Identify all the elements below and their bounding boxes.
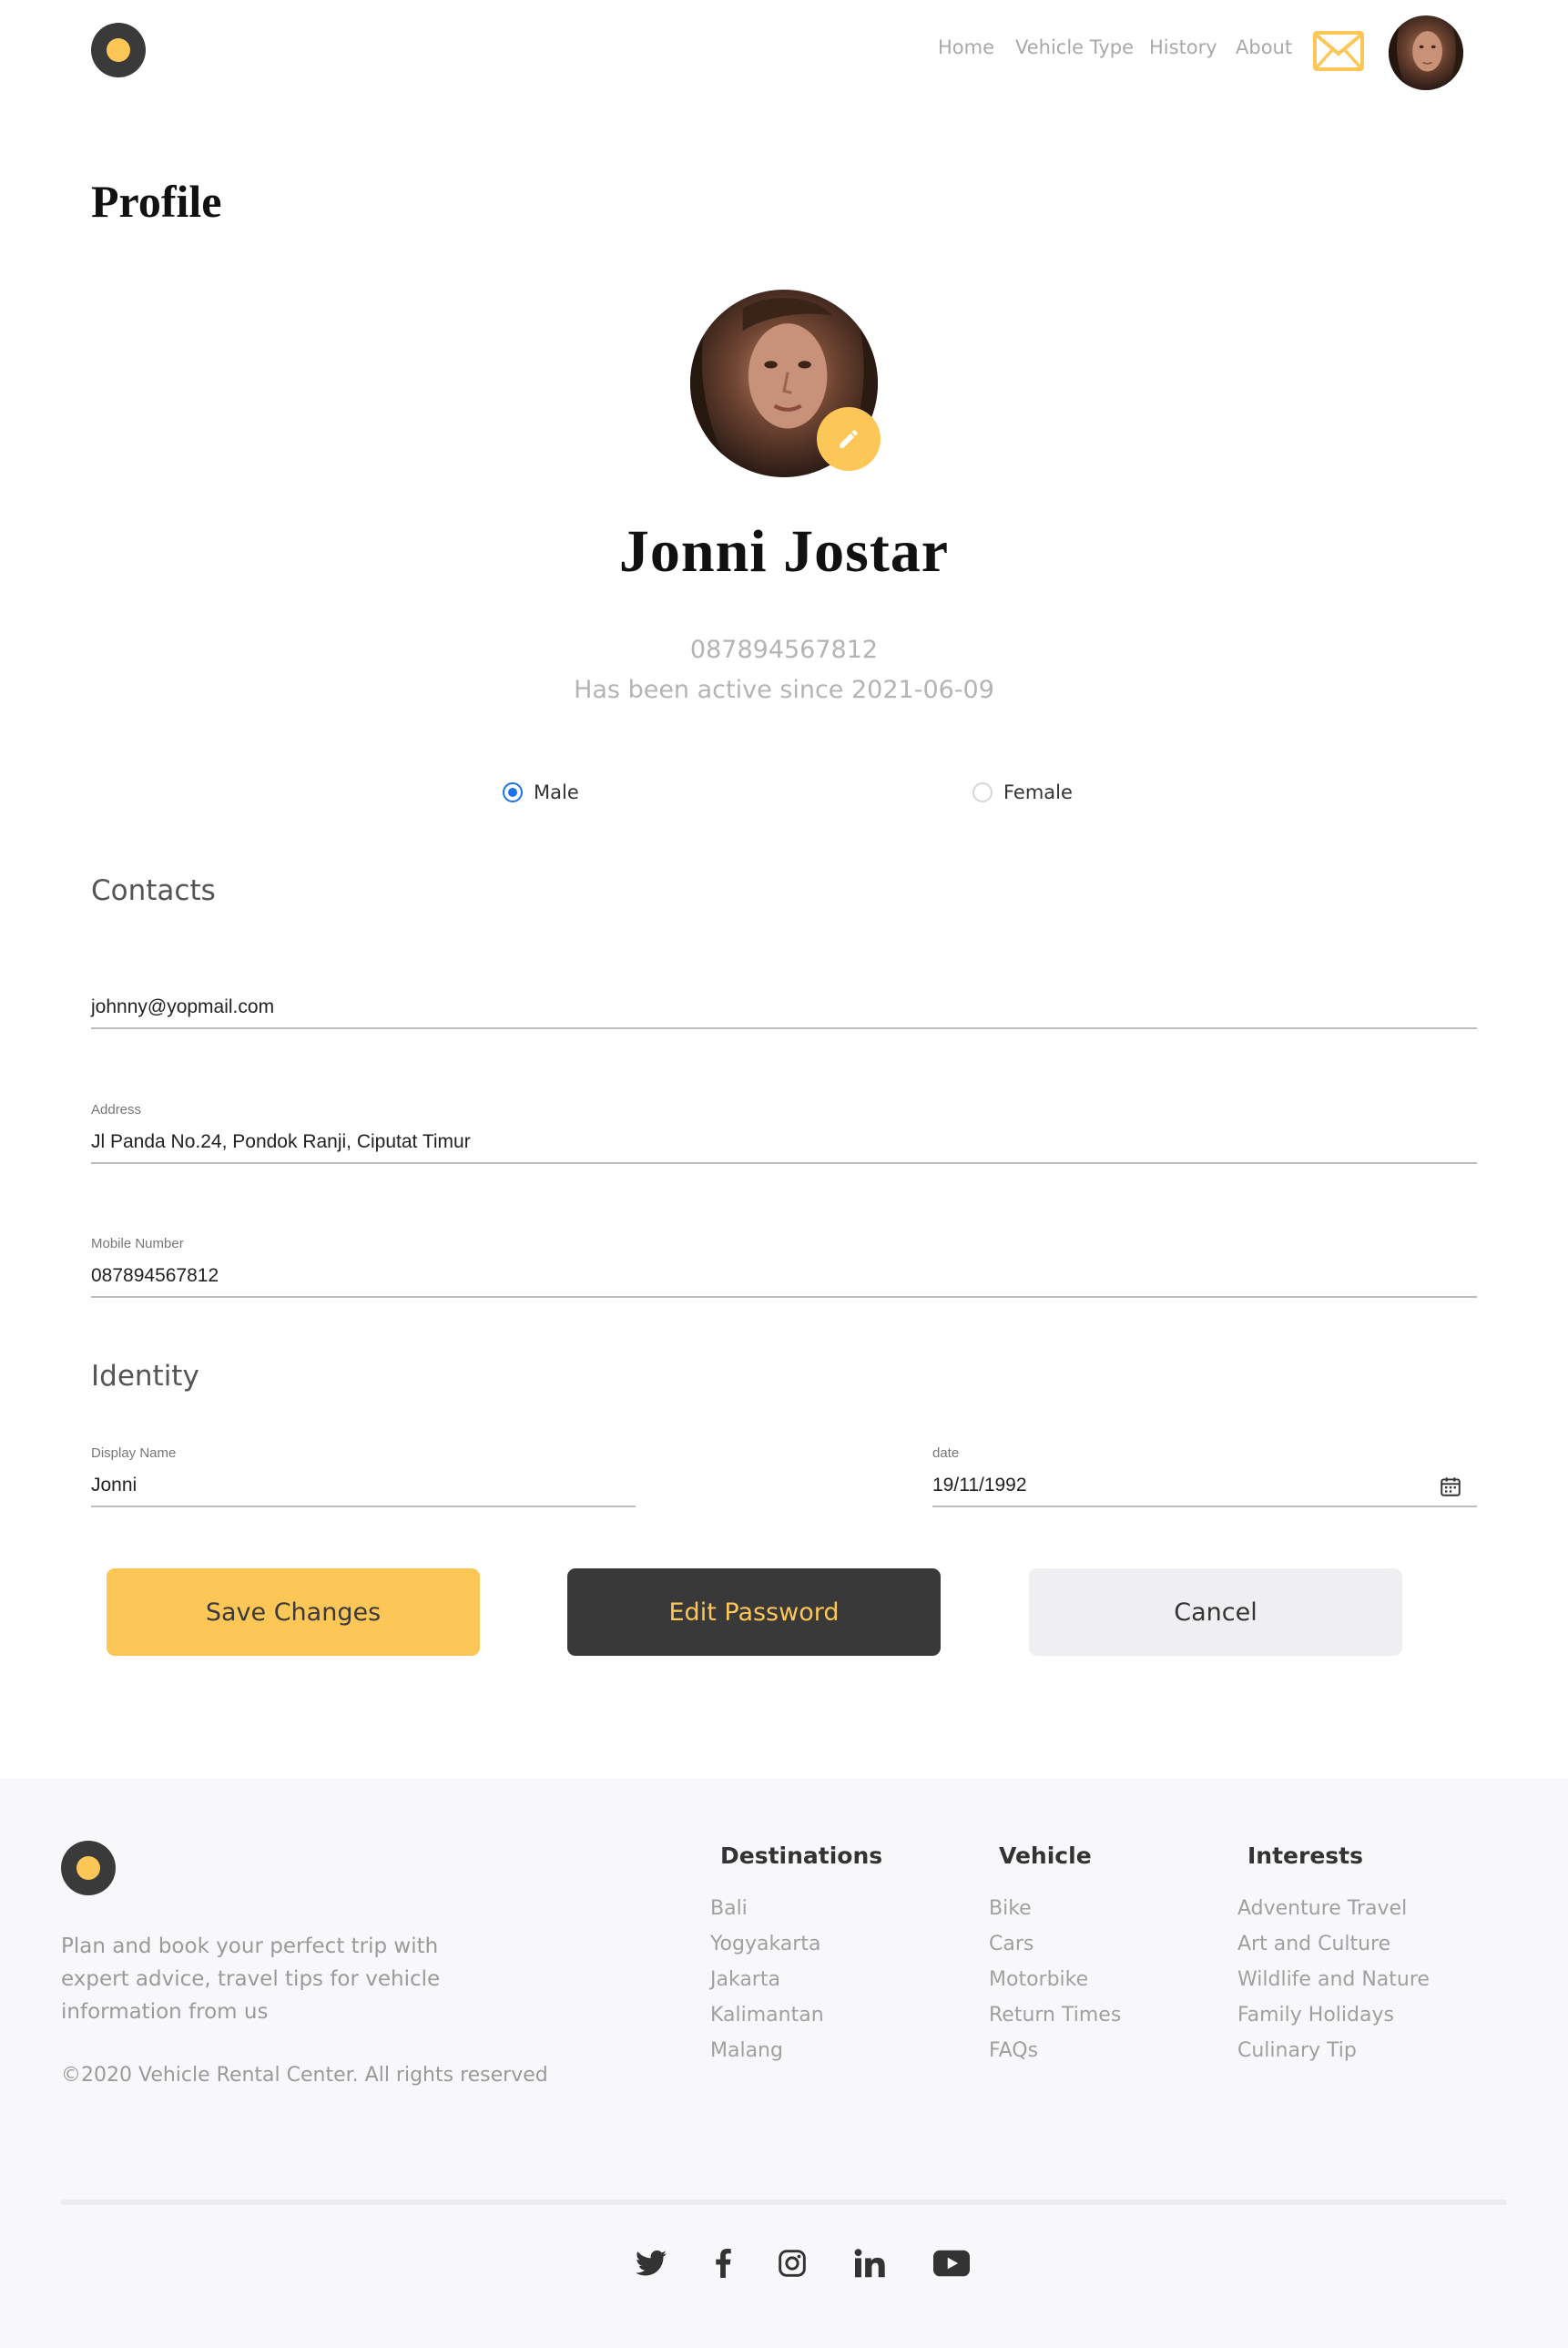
pencil-icon <box>840 430 858 448</box>
footer-logo-icon[interactable] <box>61 1841 116 1895</box>
email-value[interactable]: johnny@yopmail.com <box>91 996 274 1018</box>
edit-password-button[interactable]: Edit Password <box>567 1568 941 1656</box>
instagram-icon[interactable] <box>776 2243 809 2283</box>
contacts-heading: Contacts <box>91 874 216 907</box>
footer-link[interactable]: FAQs <box>989 2033 1121 2068</box>
footer-column-interests: Interests Adventure Travel Art and Cultu… <box>1237 1843 1430 2068</box>
radio-unchecked-icon[interactable] <box>972 782 993 802</box>
top-navbar: Home Vehicle Type History About <box>0 0 1568 109</box>
gender-label-male: Male <box>534 781 579 803</box>
page-title: Profile <box>91 176 222 227</box>
date-value[interactable]: 19/11/1992 <box>932 1475 1027 1496</box>
date-label: date <box>932 1445 960 1461</box>
save-changes-button[interactable]: Save Changes <box>107 1568 480 1656</box>
footer-link[interactable]: Culinary Tip <box>1237 2033 1430 2068</box>
display-name-value[interactable]: Jonni <box>91 1475 137 1496</box>
gender-radio-female[interactable]: Female <box>972 781 1073 803</box>
email-field[interactable]: johnny@yopmail.com <box>91 967 1477 1029</box>
identity-heading: Identity <box>91 1360 199 1393</box>
footer-description: Plan and book your perfect trip with exp… <box>61 1935 441 2024</box>
radio-checked-icon[interactable] <box>503 782 523 802</box>
footer-column-title: Vehicle <box>999 1843 1092 1869</box>
footer-column-title: Interests <box>1247 1843 1364 1869</box>
footer-link[interactable]: Yogyakarta <box>710 1926 882 1962</box>
footer-column-title: Destinations <box>720 1843 883 1869</box>
youtube-icon[interactable] <box>933 2243 970 2283</box>
logo-icon[interactable] <box>91 23 146 77</box>
mobile-number-field[interactable]: Mobile Number 087894567812 <box>91 1236 1477 1298</box>
user-name: Jonni Jostar <box>618 518 950 585</box>
nav-link-vehicle-type[interactable]: Vehicle Type <box>1015 36 1134 58</box>
footer-link[interactable]: Motorbike <box>989 1962 1121 1997</box>
calendar-icon[interactable] <box>1439 1475 1462 1498</box>
footer-link[interactable]: Adventure Travel <box>1237 1891 1430 1926</box>
footer-link[interactable]: Malang <box>710 2033 882 2068</box>
footer-link[interactable]: Family Holidays <box>1237 1997 1430 2033</box>
twitter-icon[interactable] <box>635 2243 667 2283</box>
user-avatar[interactable] <box>1389 15 1463 90</box>
footer-link[interactable]: Cars <box>989 1926 1121 1962</box>
linkedin-icon[interactable] <box>853 2243 886 2283</box>
mobile-number-label: Mobile Number <box>91 1236 184 1251</box>
footer-link[interactable]: Bali <box>710 1891 882 1926</box>
gender-radio-male[interactable]: Male <box>503 781 579 803</box>
footer-link[interactable]: Art and Culture <box>1237 1926 1430 1962</box>
address-field[interactable]: Address Jl Panda No.24, Pondok Ranji, Ci… <box>91 1102 1477 1164</box>
mobile-number-value[interactable]: 087894567812 <box>91 1265 219 1287</box>
display-name-label: Display Name <box>91 1445 177 1461</box>
date-field[interactable]: date 19/11/1992 <box>932 1445 1477 1507</box>
mail-icon[interactable] <box>1313 30 1364 72</box>
cancel-button[interactable]: Cancel <box>1029 1568 1402 1656</box>
nav-link-about[interactable]: About <box>1236 36 1292 58</box>
nav-link-history[interactable]: History <box>1149 36 1217 58</box>
footer-copyright: ©2020 Vehicle Rental Center. All rights … <box>61 2064 548 2087</box>
footer-column-vehicle: Vehicle Bike Cars Motorbike Return Times… <box>989 1843 1121 2068</box>
facebook-icon[interactable] <box>712 2243 734 2283</box>
active-since: Has been active since 2021-06-09 <box>574 676 994 704</box>
footer-column-destinations: Destinations Bali Yogyakarta Jakarta Kal… <box>710 1843 882 2068</box>
gender-label-female: Female <box>1003 781 1073 803</box>
address-label: Address <box>91 1102 142 1118</box>
social-links <box>0 2243 1568 2283</box>
footer: Plan and book your perfect trip with exp… <box>0 1779 1568 2348</box>
footer-link[interactable]: Bike <box>989 1891 1121 1926</box>
footer-link[interactable]: Wildlife and Nature <box>1237 1962 1430 1997</box>
nav-link-home[interactable]: Home <box>938 36 994 58</box>
footer-divider <box>61 2200 1507 2205</box>
footer-link[interactable]: Kalimantan <box>710 1997 882 2033</box>
footer-link[interactable]: Return Times <box>989 1997 1121 2033</box>
edit-photo-button[interactable] <box>817 407 881 471</box>
footer-link[interactable]: Jakarta <box>710 1962 882 1997</box>
display-name-field[interactable]: Display Name Jonni <box>91 1445 636 1507</box>
address-value[interactable]: Jl Panda No.24, Pondok Ranji, Ciputat Ti… <box>91 1131 471 1153</box>
user-phone: 087894567812 <box>689 636 879 664</box>
